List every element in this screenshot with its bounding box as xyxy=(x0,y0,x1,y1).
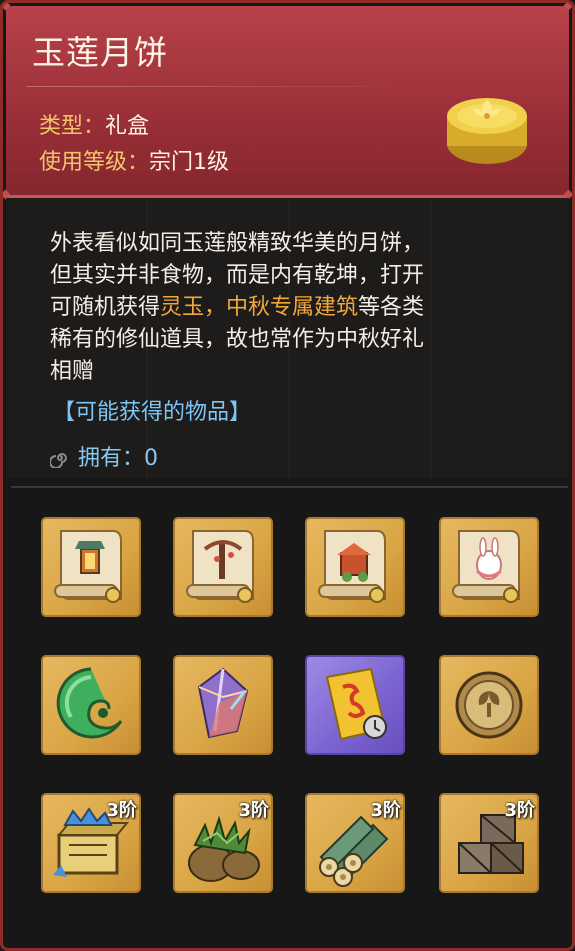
header-divider xyxy=(26,86,436,87)
description-line: 相赠 xyxy=(50,359,95,384)
talisman-icon xyxy=(325,667,387,741)
highlight-mid-autumn-building: 中秋专属建筑 xyxy=(226,295,359,320)
rewards-grid: 3阶 3阶 3阶 3阶 xyxy=(3,493,572,943)
description-line: 外表看似如同玉莲般精致华美的月饼， xyxy=(50,231,425,256)
spiral-icon xyxy=(50,453,67,468)
item-tooltip-panel: 玉莲月饼 类型：礼盒 使用等级：宗门1级 外表看似如同玉莲般精致华美的月饼， 但… xyxy=(0,0,575,951)
description-line: 可随机获得灵玉，中秋专属建筑等各类 xyxy=(50,292,530,324)
item-tier-badge: 3阶 xyxy=(504,800,535,821)
possible-rewards-link[interactable]: 【可能获得的物品】 xyxy=(53,394,251,426)
reward-slot[interactable] xyxy=(41,517,141,617)
item-tier-badge: 3阶 xyxy=(238,800,269,821)
item-name: 玉莲月饼 xyxy=(32,33,168,72)
reward-slot[interactable] xyxy=(305,655,405,755)
crystal-icon xyxy=(197,667,249,739)
description-text: 等各类 xyxy=(358,295,425,320)
item-header: 玉莲月饼 类型：礼盒 使用等级：宗门1级 xyxy=(6,6,569,198)
highlight-spirit-jade: 灵玉， xyxy=(160,295,227,320)
scroll-lantern-icon xyxy=(54,530,122,603)
item-tier-badge: 3阶 xyxy=(370,800,401,821)
scroll-shrine-icon xyxy=(318,530,386,603)
reward-slot[interactable]: 3阶 xyxy=(439,793,539,893)
rewards-separator xyxy=(11,486,568,488)
item-type-key: 类型： xyxy=(39,114,106,139)
item-level-key: 使用等级： xyxy=(39,150,150,175)
coin-icon xyxy=(455,671,523,739)
owned-count-row: 拥有：0 xyxy=(50,440,158,472)
owned-label: 拥有： xyxy=(78,446,145,471)
item-type-value: 礼盒 xyxy=(105,114,150,139)
reward-slot[interactable] xyxy=(41,655,141,755)
reward-slot[interactable] xyxy=(173,655,273,755)
mooncake-icon xyxy=(447,98,527,164)
item-body: 外表看似如同玉莲般精致华美的月饼， 但其实并非食物，而是内有乾坤，打开 可随机获… xyxy=(6,198,569,478)
description-text: 可随机获得 xyxy=(50,295,161,320)
reward-slot[interactable] xyxy=(439,655,539,755)
reward-slot[interactable] xyxy=(173,517,273,617)
reward-slot[interactable]: 3阶 xyxy=(41,793,141,893)
reward-slot[interactable]: 3阶 xyxy=(305,793,405,893)
item-type-row: 类型：礼盒 xyxy=(39,108,149,140)
item-level-row: 使用等级：宗门1级 xyxy=(39,144,229,176)
item-level-value: 宗门1级 xyxy=(149,150,230,175)
description-line: 但其实并非食物，而是内有乾坤，打开 xyxy=(50,263,425,288)
scroll-rabbit-icon xyxy=(452,530,520,603)
reward-slot[interactable]: 3阶 xyxy=(173,793,273,893)
item-description: 外表看似如同玉莲般精致华美的月饼， 但其实并非食物，而是内有乾坤，打开 可随机获… xyxy=(50,228,530,388)
description-line: 稀有的修仙道具，故也常作为中秋好礼 xyxy=(50,327,425,352)
scroll-tree-icon xyxy=(186,530,254,603)
owned-count: 0 xyxy=(144,446,159,471)
item-tier-badge: 3阶 xyxy=(106,800,137,821)
jade-icon xyxy=(56,667,123,739)
reward-slot[interactable] xyxy=(305,517,405,617)
reward-slot[interactable] xyxy=(439,517,539,617)
